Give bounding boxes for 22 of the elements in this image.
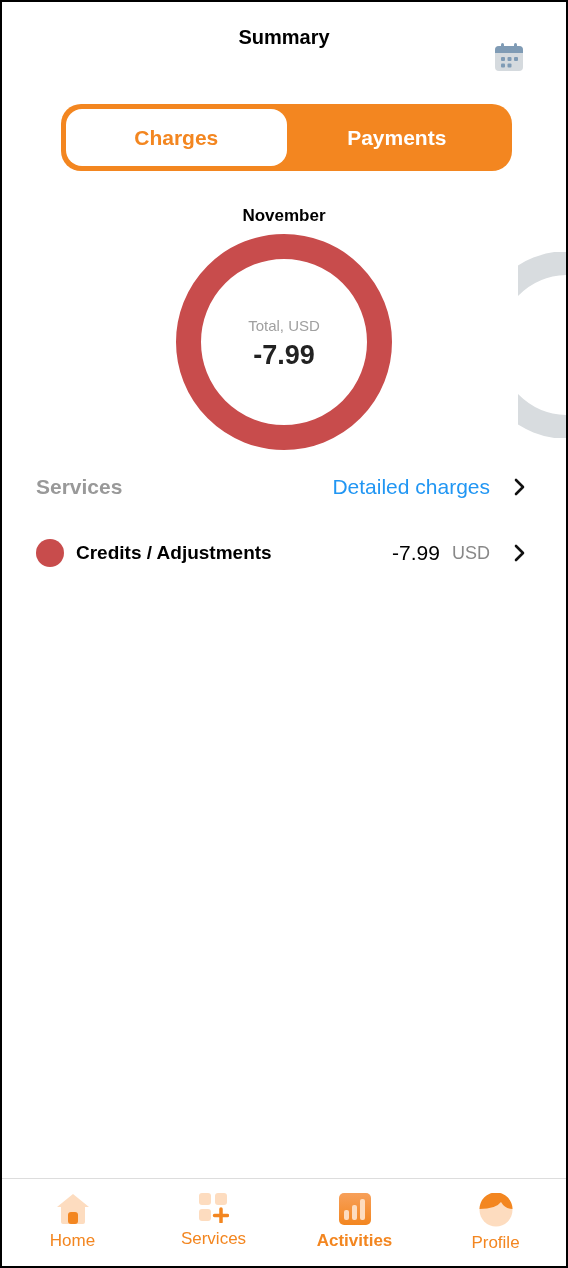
chevron-right-icon[interactable]: [514, 478, 526, 496]
tab[interactable]: Payments: [286, 109, 507, 166]
nav-tab[interactable]: Activities: [284, 1179, 425, 1266]
tab[interactable]: Charges: [66, 109, 287, 166]
detailed-charges-link[interactable]: Detailed charges: [332, 475, 490, 499]
service-amount: -7.99: [392, 541, 440, 565]
avatar-icon: [478, 1193, 513, 1227]
chevron-right-icon[interactable]: [514, 544, 526, 562]
month-label: November: [241, 206, 327, 226]
total-amount: -7.99: [253, 340, 315, 371]
nav-tab[interactable]: Profile: [425, 1179, 566, 1266]
currency-label: USD: [452, 542, 490, 564]
section-title: Services: [36, 475, 124, 499]
calendar-button[interactable]: [494, 42, 524, 72]
total-label: Total, USD: [248, 317, 320, 334]
bar-chart-icon: [338, 1193, 371, 1225]
screen-title: Summary: [238, 26, 330, 50]
nav-tab[interactable]: Services: [143, 1179, 284, 1266]
house-icon: [55, 1193, 90, 1225]
grid-plus-icon: [198, 1193, 229, 1223]
service-name: Credits / Adjustments: [76, 542, 273, 564]
nav-tab[interactable]: Home: [2, 1179, 143, 1266]
